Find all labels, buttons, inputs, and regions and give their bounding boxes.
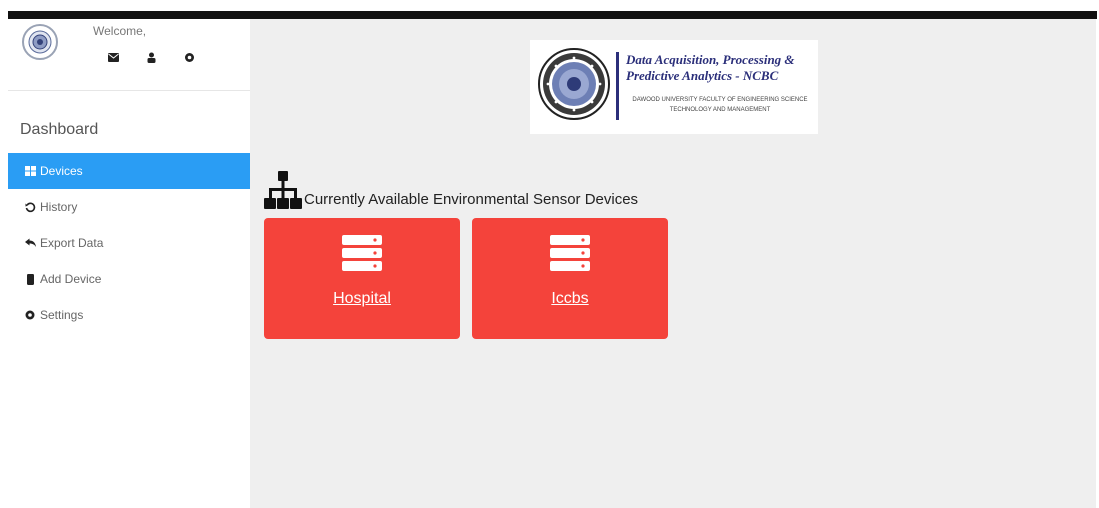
sidebar-item-devices[interactable]: Devices xyxy=(8,153,250,189)
logo-title: Data Acquisition, Processing & Predictiv… xyxy=(626,52,795,83)
device-card-label[interactable]: Hospital xyxy=(264,290,460,308)
sidebar-item-label: Export Data xyxy=(40,236,104,250)
app-frame: Welcome, Dashboard Devices History Expor… xyxy=(8,19,1097,508)
sidebar-item-label: Add Device xyxy=(40,272,102,286)
profile-icons xyxy=(104,49,198,65)
device-cards: Hospital Iccbs xyxy=(264,218,668,339)
ncbc-logo: Data Acquisition, Processing & Predictiv… xyxy=(530,40,818,134)
device-card-iccbs[interactable]: Iccbs xyxy=(472,218,668,339)
avatar xyxy=(22,24,58,60)
section-title: Currently Available Environmental Sensor… xyxy=(304,191,639,208)
sidebar-item-history[interactable]: History xyxy=(8,189,250,225)
sidebar-nav: Devices History Export Data Add Device S… xyxy=(8,153,250,333)
sidebar-item-label: History xyxy=(40,200,78,214)
sidebar-item-add-device[interactable]: Add Device xyxy=(8,261,250,297)
logo-subtitle: Dawood University Faculty of Engineering… xyxy=(632,97,808,113)
server-icon xyxy=(550,235,590,271)
top-bar xyxy=(8,11,1097,19)
sidebar-item-label: Devices xyxy=(40,164,83,178)
sitemap-icon xyxy=(264,171,302,209)
sidebar-item-label: Settings xyxy=(40,308,84,322)
user-icon[interactable] xyxy=(142,49,160,65)
sidebar: Welcome, Dashboard Devices History Expor… xyxy=(8,19,250,508)
section-header: Currently Available Environmental Sensor… xyxy=(264,167,638,211)
dashboard-title: Dashboard xyxy=(20,121,99,138)
main-content: Data Acquisition, Processing & Predictiv… xyxy=(250,19,1096,508)
mobile-icon xyxy=(23,272,37,286)
sidebar-item-settings[interactable]: Settings xyxy=(8,297,250,333)
university-seal-icon xyxy=(538,48,610,120)
envelope-icon[interactable] xyxy=(104,49,122,65)
device-card-label[interactable]: Iccbs xyxy=(472,290,668,308)
logo-divider xyxy=(616,52,619,120)
device-card-hospital[interactable]: Hospital xyxy=(264,218,460,339)
grid-icon xyxy=(23,164,37,178)
gear-icon[interactable] xyxy=(180,49,198,65)
sidebar-item-export-data[interactable]: Export Data xyxy=(8,225,250,261)
profile-panel: Welcome, xyxy=(8,19,250,91)
server-icon xyxy=(342,235,382,271)
gear-icon xyxy=(23,308,37,322)
history-icon xyxy=(23,200,37,214)
welcome-text: Welcome, xyxy=(93,24,147,38)
export-icon xyxy=(23,236,37,250)
